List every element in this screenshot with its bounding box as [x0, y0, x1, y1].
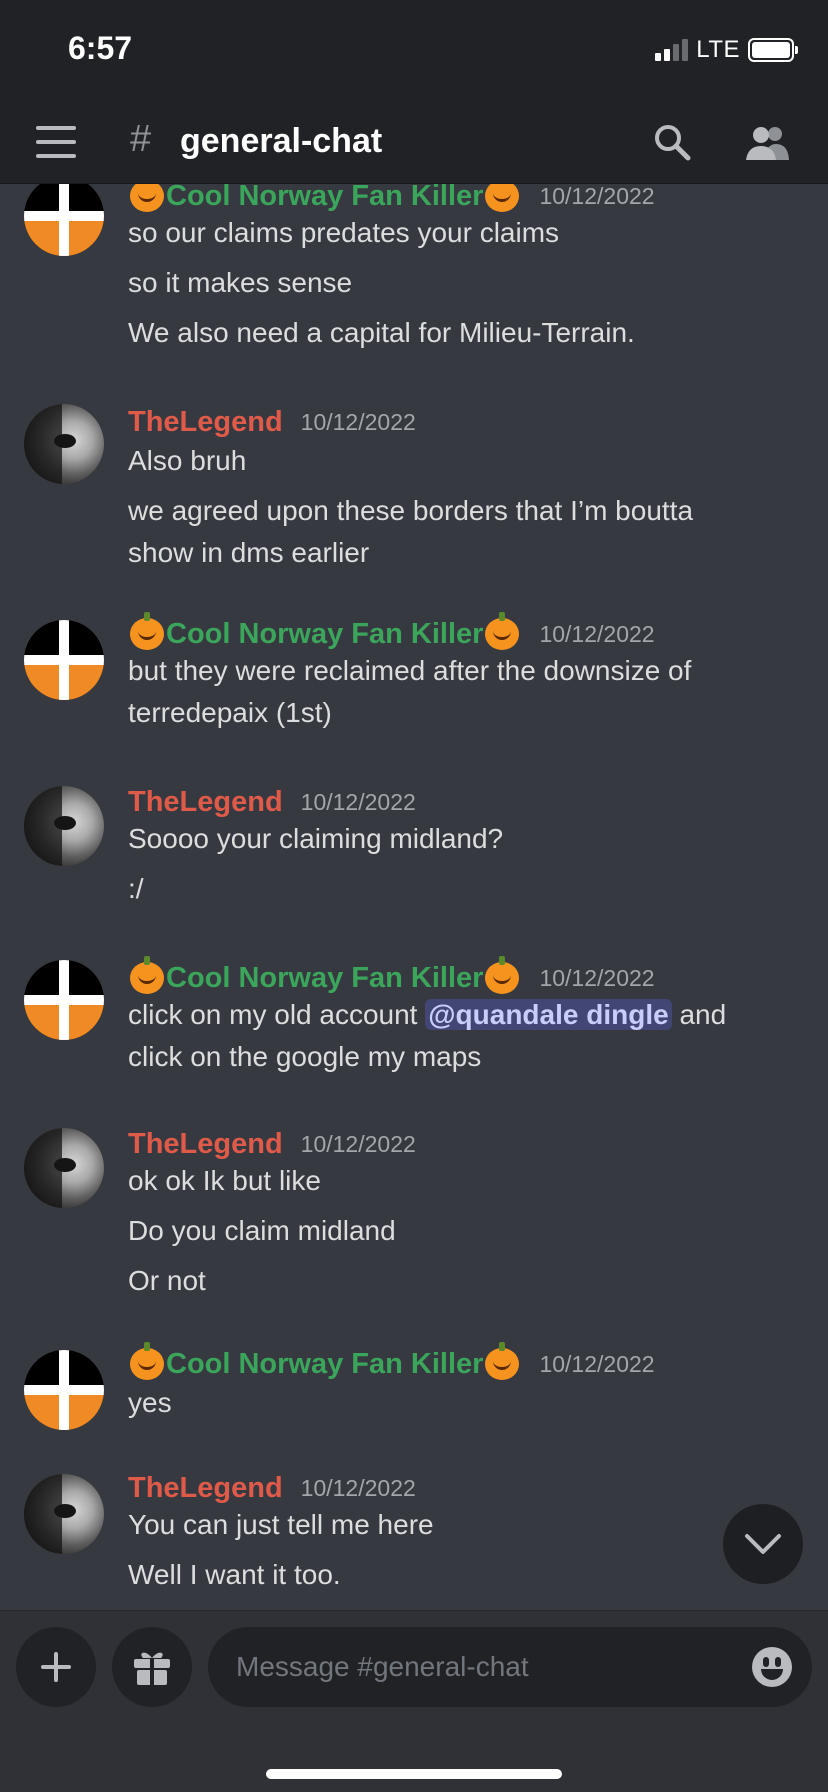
pumpkin-emoji-icon [130, 956, 164, 994]
author-name[interactable]: TheLegend [128, 1472, 283, 1505]
timestamp: 10/12/2022 [539, 184, 655, 209]
message-text-segment: and [671, 999, 727, 1030]
author-name[interactable]: Cool Norway Fan Killer [166, 1348, 483, 1381]
timestamp: 10/12/2022 [539, 1350, 655, 1377]
message-text: but they were reclaimed after the downsi… [128, 655, 692, 686]
plus-icon [41, 1652, 71, 1682]
message-text: Or not [128, 1265, 206, 1296]
avatar[interactable] [24, 184, 104, 256]
pumpkin-emoji-icon [485, 1342, 520, 1380]
timestamp: 10/12/2022 [539, 620, 655, 647]
author-name[interactable]: Cool Norway Fan Killer [166, 184, 483, 213]
message-text: Well I want it too. [128, 1559, 341, 1590]
timestamp: 10/12/2022 [300, 1474, 416, 1501]
author-name[interactable]: TheLegend [128, 786, 283, 819]
channel-header: # general-chat [0, 100, 828, 184]
avatar[interactable] [24, 786, 104, 866]
search-icon[interactable] [652, 122, 692, 162]
message-list[interactable]: Cool Norway Fan Killer 10/12/2022 so our… [0, 184, 828, 1610]
message-header: Cool Norway Fan Killer 10/12/2022 [128, 956, 655, 998]
gift-icon [134, 1652, 170, 1686]
message-input[interactable] [236, 1627, 716, 1707]
battery-icon [748, 38, 798, 62]
members-icon[interactable] [744, 122, 790, 162]
message-text: terredepaix (1st) [128, 697, 332, 728]
channel-name: general-chat [180, 122, 383, 160]
message-header: Cool Norway Fan Killer 10/12/2022 [128, 612, 655, 654]
user-mention[interactable]: @quandale dingle [425, 999, 672, 1030]
status-time: 6:57 [68, 30, 133, 66]
message-text: so it makes sense [128, 267, 353, 298]
status-indicators: LTE [655, 36, 798, 64]
pumpkin-emoji-icon [485, 184, 520, 212]
emoji-icon[interactable] [752, 1647, 792, 1687]
avatar[interactable] [24, 960, 104, 1040]
message-text: We also need a capital for Milieu-Terrai… [128, 317, 635, 348]
gift-button[interactable] [112, 1627, 192, 1707]
message-header: TheLegend 10/12/2022 [128, 402, 416, 442]
message-header: TheLegend 10/12/2022 [128, 782, 416, 822]
timestamp: 10/12/2022 [300, 788, 416, 815]
avatar[interactable] [24, 1474, 104, 1554]
message-text: so our claims predates your claims [128, 217, 560, 248]
message-input-container [208, 1627, 812, 1707]
author-name[interactable]: Cool Norway Fan Killer [166, 618, 483, 651]
status-bar: 6:57 LTE [0, 0, 828, 100]
author-name[interactable]: TheLegend [128, 406, 283, 439]
add-attachment-button[interactable] [16, 1627, 96, 1707]
message-text: we agreed upon these borders that I’m bo… [128, 495, 694, 526]
timestamp: 10/12/2022 [300, 408, 416, 435]
message-text: Also bruh [128, 445, 247, 476]
signal-icon [655, 39, 689, 61]
network-label: LTE [696, 36, 740, 63]
message-header: TheLegend 10/12/2022 [128, 1468, 416, 1508]
pumpkin-emoji-icon [130, 1342, 164, 1380]
pumpkin-emoji-icon [130, 184, 164, 212]
message-text: Do you claim midland [128, 1215, 396, 1246]
timestamp: 10/12/2022 [300, 1130, 416, 1157]
message-text-segment: click on my old account [128, 999, 426, 1030]
message-header: Cool Norway Fan Killer 10/12/2022 [128, 1342, 655, 1384]
author-name[interactable]: TheLegend [128, 1128, 283, 1161]
avatar[interactable] [24, 620, 104, 700]
message-composer [0, 1610, 828, 1792]
home-indicator[interactable] [266, 1769, 562, 1779]
message-text: click on the google my maps [128, 1041, 482, 1072]
message-text: :/ [128, 873, 144, 904]
author-name[interactable]: Cool Norway Fan Killer [166, 962, 483, 995]
channel-hash-icon: # [130, 118, 152, 160]
pumpkin-emoji-icon [485, 612, 520, 650]
message-text: Soooo your claiming midland? [128, 823, 504, 854]
hamburger-icon[interactable] [36, 126, 76, 158]
message-text: ok ok Ik but like [128, 1165, 321, 1196]
message-text: show in dms earlier [128, 537, 370, 568]
pumpkin-emoji-icon [130, 612, 164, 650]
message-text: click on my old account @quandale dingle… [128, 994, 808, 1036]
scroll-to-bottom-button[interactable] [723, 1504, 803, 1584]
avatar[interactable] [24, 404, 104, 484]
message-text: You can just tell me here [128, 1509, 434, 1540]
avatar[interactable] [24, 1128, 104, 1208]
chevron-down-icon [745, 1534, 781, 1554]
timestamp: 10/12/2022 [539, 964, 655, 991]
avatar[interactable] [24, 1350, 104, 1430]
message-text: yes [128, 1387, 172, 1418]
pumpkin-emoji-icon [485, 956, 520, 994]
message-header: TheLegend 10/12/2022 [128, 1124, 416, 1164]
